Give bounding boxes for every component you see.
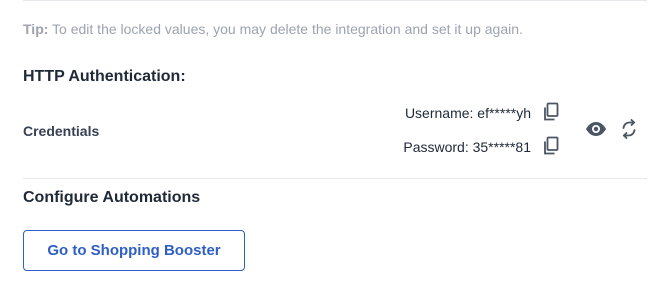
reveal-credentials-button[interactable]: [584, 121, 608, 141]
copy-password-button[interactable]: [541, 136, 561, 161]
sync-icon: [620, 118, 638, 144]
password-value: Password: 35*****81: [403, 139, 531, 155]
refresh-credentials-button[interactable]: [619, 118, 639, 144]
credentials-label: Credentials: [23, 123, 100, 139]
http-authentication-heading: HTTP Authentication:: [23, 68, 186, 85]
configure-automations-heading: Configure Automations: [23, 189, 201, 206]
section-divider: [23, 178, 647, 179]
copy-icon: [542, 102, 560, 127]
copy-username-button[interactable]: [541, 102, 561, 127]
eye-icon: [585, 121, 607, 142]
top-divider: [23, 0, 647, 1]
copy-icon: [542, 136, 560, 161]
go-to-shopping-booster-button[interactable]: Go to Shopping Booster: [23, 230, 245, 271]
tip-message: Tip: To edit the locked values, you may …: [23, 21, 523, 37]
tip-text: To edit the locked values, you may delet…: [48, 21, 523, 37]
username-value: Username: ef*****yh: [404, 105, 531, 121]
tip-label: Tip:: [23, 21, 49, 37]
